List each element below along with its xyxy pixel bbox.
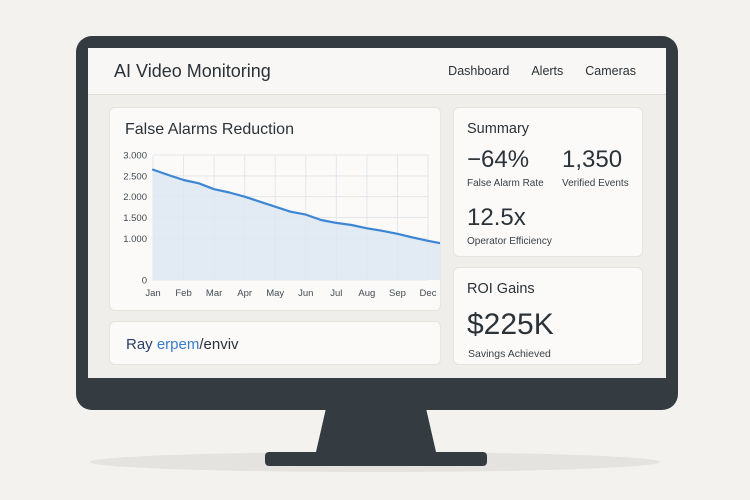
- x-tick-label: Dec: [420, 288, 437, 299]
- metric-value: 12.5x: [467, 204, 526, 231]
- brand-text-part1: Ray: [126, 336, 157, 353]
- brand-card: Ray erpem/enviv: [110, 322, 440, 364]
- metric-value: −64%: [467, 146, 530, 173]
- metric-label: False Alarm Rate: [467, 178, 544, 189]
- y-tick-label: 2.500: [123, 171, 147, 182]
- nav-cameras[interactable]: Cameras: [585, 64, 636, 78]
- nav-dashboard[interactable]: Dashboard: [448, 64, 509, 78]
- metric-operator-efficiency: 12.5x Operator Efficiency: [467, 204, 552, 248]
- monitor-neck: [316, 410, 436, 452]
- x-tick-label: Sep: [389, 288, 406, 299]
- brand-text-part3: /enviv: [199, 336, 239, 353]
- y-tick-label: 1.000: [123, 234, 147, 245]
- x-tick-label: Aug: [358, 288, 375, 299]
- summary-card: Summary −64% False Alarm Rate 1,350 Veri…: [454, 108, 642, 256]
- y-tick-label: 0: [142, 276, 147, 287]
- roi-value: $225K: [467, 308, 554, 341]
- y-tick-label: 2.000: [123, 192, 147, 203]
- x-tick-label: Mar: [206, 288, 222, 299]
- metric-verified-events: 1,350 Verified Events: [562, 146, 629, 190]
- y-tick-label: 1.500: [123, 213, 147, 224]
- roi-label: Savings Achieved: [468, 348, 551, 360]
- x-tick-label: Jan: [145, 288, 160, 299]
- brand-logo-text: Ray erpem/enviv: [126, 336, 239, 353]
- brand-text-part2: erpem: [156, 336, 200, 353]
- roi-title: ROI Gains: [467, 281, 535, 297]
- metric-false-alarm-rate: −64% False Alarm Rate: [467, 146, 544, 190]
- metric-label: Operator Efficiency: [467, 236, 552, 247]
- false-alarms-chart-card: False Alarms Reduction 3.000 2.500 2.000 1.…: [110, 108, 440, 310]
- x-tick-label: Feb: [175, 288, 191, 299]
- x-tick-label: May: [266, 288, 284, 299]
- false-alarms-chart: 3.000 2.500 2.000 1.500 1.000 0Jan Feb Mar Apr Ma…: [123, 151, 440, 299]
- top-bar: AI Video Monitoring Dashboard Alerts Cam…: [88, 48, 666, 95]
- monitor-frame: AI Video Monitoring Dashboard Alerts Cam…: [76, 36, 678, 410]
- top-nav: Dashboard Alerts Cameras: [448, 64, 636, 78]
- x-tick-label: Jul: [330, 288, 342, 299]
- nav-alerts[interactable]: Alerts: [531, 64, 563, 78]
- monitor-base: [265, 452, 487, 466]
- summary-title: Summary: [467, 121, 530, 137]
- app-title: AI Video Monitoring: [114, 61, 271, 81]
- roi-gains-card: ROI Gains $225K Savings Achieved: [454, 268, 642, 364]
- metric-label: Verified Events: [562, 178, 629, 189]
- metric-value: 1,350: [562, 146, 623, 173]
- x-tick-label: Apr: [237, 288, 252, 299]
- y-tick-label: 3.000: [123, 151, 147, 162]
- x-tick-label: Jun: [298, 288, 313, 299]
- monitor-screen: AI Video Monitoring Dashboard Alerts Cam…: [88, 48, 666, 378]
